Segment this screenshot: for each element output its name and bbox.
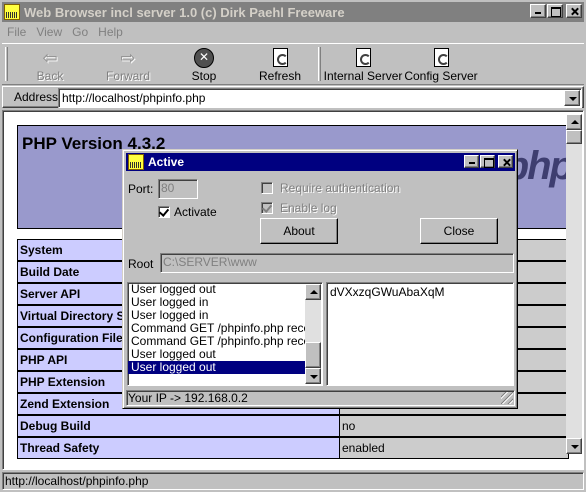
app-icon <box>4 4 20 20</box>
log-item[interactable]: User logged in <box>128 296 306 309</box>
log-item[interactable]: User logged out <box>128 283 306 296</box>
dialog-app-icon <box>128 154 144 170</box>
log-item[interactable]: User logged out <box>128 348 306 361</box>
dialog-status-bar: Your IP -> 192.168.0.2 <box>126 390 515 406</box>
port-input[interactable]: 80 <box>158 179 198 199</box>
menu-bar: File View Go Help <box>2 22 584 41</box>
require-auth-checkbox[interactable] <box>261 182 273 194</box>
log-list[interactable]: User logged out User logged in User logg… <box>127 282 323 386</box>
activate-checkbox[interactable] <box>158 206 170 218</box>
about-button[interactable]: About <box>260 218 338 244</box>
window-title: Web Browser incl server 1.0 (c) Dirk Pae… <box>24 4 345 20</box>
back-arrow-icon: ⇦ <box>42 48 58 68</box>
log-scroll-up-button[interactable] <box>305 284 321 300</box>
dialog-close-button[interactable] <box>498 155 513 168</box>
scroll-up-button[interactable] <box>566 114 582 130</box>
stop-icon: ✕ <box>194 48 214 68</box>
enable-log-checkbox[interactable] <box>261 202 273 214</box>
back-button[interactable]: ⇦ Back <box>27 46 73 84</box>
log-item[interactable]: Command GET /phpinfo.php received <box>128 322 306 335</box>
stop-button[interactable]: ✕ Stop <box>188 46 220 84</box>
require-auth-label: Require authentication <box>280 181 401 195</box>
status-bar: http://localhost/phpinfo.php <box>2 472 584 490</box>
enable-log-label: Enable log <box>280 201 337 215</box>
address-label: Address <box>14 90 59 104</box>
log-scroll-thumb[interactable] <box>305 342 321 368</box>
scroll-down-button[interactable] <box>566 438 582 454</box>
main-titlebar[interactable]: Web Browser incl server 1.0 (c) Dirk Pae… <box>2 2 584 22</box>
refresh-button[interactable]: Refresh <box>257 46 303 84</box>
address-value: http://localhost/phpinfo.php <box>62 91 206 105</box>
maximize-button[interactable] <box>547 4 563 18</box>
forward-button[interactable]: ⇨ Forward <box>104 46 152 84</box>
log-item[interactable]: User logged in <box>128 309 306 322</box>
active-dialog: Active Port: 80 Activate Require authent… <box>122 149 518 409</box>
dialog-status-text: Your IP -> 192.168.0.2 <box>128 391 248 405</box>
page-scrollbar[interactable] <box>566 114 582 454</box>
dialog-minimize-button[interactable] <box>464 155 479 168</box>
refresh-icon <box>272 48 288 67</box>
root-input[interactable]: C:\SERVER\www <box>160 253 514 273</box>
minimize-button[interactable] <box>530 4 546 18</box>
forward-arrow-icon: ⇨ <box>120 48 136 68</box>
log-scrollbar[interactable] <box>305 284 321 384</box>
root-label: Root <box>128 257 154 271</box>
log-scroll-down-button[interactable] <box>305 368 321 384</box>
scroll-thumb[interactable] <box>566 130 582 144</box>
address-bar: Address http://localhost/phpinfo.php <box>2 86 584 108</box>
menu-file[interactable]: File <box>2 25 31 39</box>
info-row: Debug Build no <box>17 415 569 437</box>
address-input[interactable]: http://localhost/phpinfo.php <box>58 88 582 108</box>
address-dropdown-button[interactable] <box>564 90 580 106</box>
menu-go[interactable]: Go <box>67 25 93 39</box>
toolbar: ⇦ Back ⇨ Forward ✕ Stop Refresh Internal… <box>2 43 584 85</box>
status-text: http://localhost/phpinfo.php <box>5 474 149 488</box>
toolbar-grip[interactable] <box>5 47 8 81</box>
internal-server-button[interactable]: Internal Server <box>324 46 402 84</box>
token-box[interactable]: dVXxzqGWuAbaXqM <box>326 282 514 386</box>
dialog-titlebar[interactable]: Active <box>126 153 515 171</box>
resize-grip[interactable] <box>501 392 513 404</box>
activate-label: Activate <box>174 205 217 219</box>
menu-view[interactable]: View <box>31 25 67 39</box>
config-server-button[interactable]: Config Server <box>404 46 478 84</box>
dialog-close-button-2[interactable]: Close <box>420 218 498 244</box>
toolbar-grip-2[interactable] <box>318 47 321 81</box>
dialog-title: Active <box>148 155 185 169</box>
menu-help[interactable]: Help <box>93 25 128 39</box>
log-item[interactable]: Command GET /phpinfo.php received <box>128 335 306 348</box>
config-server-icon <box>433 48 449 67</box>
dialog-maximize-button[interactable] <box>480 155 495 168</box>
log-item-selected[interactable]: User logged out <box>128 361 306 374</box>
internal-server-icon <box>355 48 371 67</box>
info-row: Thread Safety enabled <box>17 437 569 459</box>
port-label: Port: <box>128 182 154 196</box>
close-button[interactable] <box>566 4 582 18</box>
token-text: dVXxzqGWuAbaXqM <box>330 285 445 299</box>
